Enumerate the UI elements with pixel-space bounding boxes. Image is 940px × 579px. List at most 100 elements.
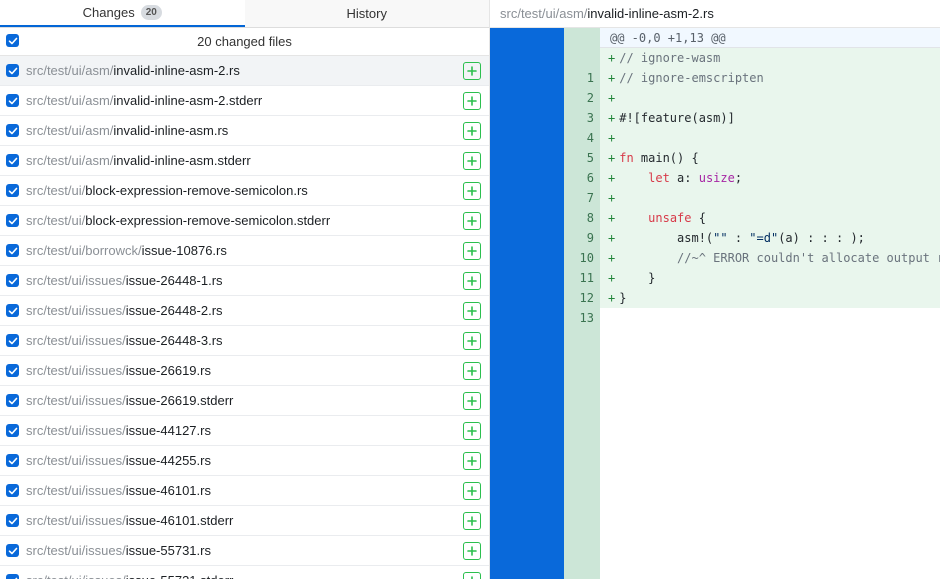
file-row[interactable]: src/test/ui/issues/issue-26619.stderr [0, 386, 489, 416]
summary-row: 20 changed files [0, 28, 489, 56]
tabs: Changes 20 History [0, 0, 489, 28]
file-path: src/test/ui/block-expression-remove-semi… [26, 183, 456, 198]
file-path: src/test/ui/issues/issue-26619.stderr [26, 393, 456, 408]
file-list[interactable]: src/test/ui/asm/invalid-inline-asm-2.rs s… [0, 56, 489, 579]
file-checkbox[interactable] [6, 424, 19, 437]
file-checkbox[interactable] [6, 514, 19, 527]
added-file-icon [463, 212, 481, 230]
diff-line-added: +fn main() { [600, 148, 940, 168]
line-number: 3 [564, 108, 600, 128]
file-row[interactable]: src/test/ui/issues/issue-26619.rs [0, 356, 489, 386]
line-number: 10 [564, 248, 600, 268]
diff-line-added: + asm!("" : "=d"(a) : : : ); [600, 228, 940, 248]
file-row[interactable]: src/test/ui/issues/issue-44255.rs [0, 446, 489, 476]
file-row[interactable]: src/test/ui/issues/issue-26448-3.rs [0, 326, 489, 356]
file-checkbox[interactable] [6, 304, 19, 317]
file-row[interactable]: src/test/ui/borrowck/issue-10876.rs [0, 236, 489, 266]
added-file-icon [463, 542, 481, 560]
line-number: 2 [564, 88, 600, 108]
diff-line-added: + [600, 128, 940, 148]
file-path: src/test/ui/asm/invalid-inline-asm.rs [26, 123, 456, 138]
file-row[interactable]: src/test/ui/issues/issue-55731.rs [0, 536, 489, 566]
diff-line-added: + } [600, 268, 940, 288]
open-file-dir: src/test/ui/asm/ [500, 6, 587, 21]
added-file-icon [463, 152, 481, 170]
file-checkbox[interactable] [6, 184, 19, 197]
tab-history-label: History [347, 6, 387, 21]
added-file-icon [463, 482, 481, 500]
file-checkbox[interactable] [6, 364, 19, 377]
file-row[interactable]: src/test/ui/issues/issue-46101.stderr [0, 506, 489, 536]
file-row[interactable]: src/test/ui/asm/invalid-inline-asm-2.rs [0, 56, 489, 86]
file-path: src/test/ui/issues/issue-46101.rs [26, 483, 456, 498]
file-row[interactable]: src/test/ui/block-expression-remove-semi… [0, 176, 489, 206]
summary-text: 20 changed files [197, 34, 292, 49]
hunk-header: @@ -0,0 +1,13 @@ [600, 28, 940, 48]
added-file-icon [463, 392, 481, 410]
file-checkbox[interactable] [6, 334, 19, 347]
line-number: 4 [564, 128, 600, 148]
diff-line-added: +#![feature(asm)] [600, 108, 940, 128]
diff-line-added: +// ignore-emscripten [600, 68, 940, 88]
line-number: 11 [564, 268, 600, 288]
file-row[interactable]: src/test/ui/block-expression-remove-semi… [0, 206, 489, 236]
tab-changes-label: Changes [83, 5, 135, 20]
new-line-numbers: 12345678910111213 [564, 28, 600, 579]
line-number: 6 [564, 168, 600, 188]
tab-changes[interactable]: Changes 20 [0, 0, 245, 27]
file-row[interactable]: src/test/ui/issues/issue-55731.stderr [0, 566, 489, 579]
line-number: 1 [564, 68, 600, 88]
old-line-gutter-2 [528, 28, 564, 579]
file-path: src/test/ui/block-expression-remove-semi… [26, 213, 456, 228]
open-file-name: invalid-inline-asm-2.rs [587, 6, 713, 21]
file-path: src/test/ui/issues/issue-44127.rs [26, 423, 456, 438]
added-file-icon [463, 362, 481, 380]
file-checkbox[interactable] [6, 64, 19, 77]
added-file-icon [463, 62, 481, 80]
file-row[interactable]: src/test/ui/issues/issue-26448-2.rs [0, 296, 489, 326]
diff-view[interactable]: 12345678910111213 @@ -0,0 +1,13 @@+// ig… [490, 28, 940, 579]
diff-line-added: +} [600, 288, 940, 308]
added-file-icon [463, 182, 481, 200]
file-checkbox[interactable] [6, 484, 19, 497]
added-file-icon [463, 122, 481, 140]
file-path: src/test/ui/issues/issue-46101.stderr [26, 513, 456, 528]
file-row[interactable]: src/test/ui/asm/invalid-inline-asm.stder… [0, 146, 489, 176]
file-checkbox[interactable] [6, 574, 19, 579]
file-checkbox[interactable] [6, 94, 19, 107]
diff-line-added: + unsafe { [600, 208, 940, 228]
line-number: 12 [564, 288, 600, 308]
file-checkbox[interactable] [6, 394, 19, 407]
file-path: src/test/ui/issues/issue-26619.rs [26, 363, 456, 378]
file-checkbox[interactable] [6, 244, 19, 257]
file-row[interactable]: src/test/ui/asm/invalid-inline-asm.rs [0, 116, 489, 146]
diff-line-added: + [600, 188, 940, 208]
file-checkbox[interactable] [6, 124, 19, 137]
file-path: src/test/ui/borrowck/issue-10876.rs [26, 243, 456, 258]
file-checkbox[interactable] [6, 274, 19, 287]
added-file-icon [463, 422, 481, 440]
diff-line-added: + [600, 88, 940, 108]
added-file-icon [463, 242, 481, 260]
file-row[interactable]: src/test/ui/asm/invalid-inline-asm-2.std… [0, 86, 489, 116]
file-checkbox[interactable] [6, 214, 19, 227]
added-file-icon [463, 302, 481, 320]
line-number: 8 [564, 208, 600, 228]
tab-history[interactable]: History [245, 0, 490, 27]
file-checkbox[interactable] [6, 544, 19, 557]
select-all-checkbox[interactable] [6, 34, 19, 47]
file-checkbox[interactable] [6, 454, 19, 467]
file-checkbox[interactable] [6, 154, 19, 167]
open-file-path: src/test/ui/asm/invalid-inline-asm-2.rs [490, 0, 940, 28]
file-row[interactable]: src/test/ui/issues/issue-46101.rs [0, 476, 489, 506]
file-path: src/test/ui/issues/issue-26448-2.rs [26, 303, 456, 318]
file-row[interactable]: src/test/ui/issues/issue-26448-1.rs [0, 266, 489, 296]
file-path: src/test/ui/asm/invalid-inline-asm-2.std… [26, 93, 456, 108]
file-row[interactable]: src/test/ui/issues/issue-44127.rs [0, 416, 489, 446]
added-file-icon [463, 452, 481, 470]
file-path: src/test/ui/issues/issue-44255.rs [26, 453, 456, 468]
line-number: 13 [564, 308, 600, 328]
added-file-icon [463, 92, 481, 110]
old-line-gutter [490, 28, 528, 579]
file-path: src/test/ui/issues/issue-26448-1.rs [26, 273, 456, 288]
